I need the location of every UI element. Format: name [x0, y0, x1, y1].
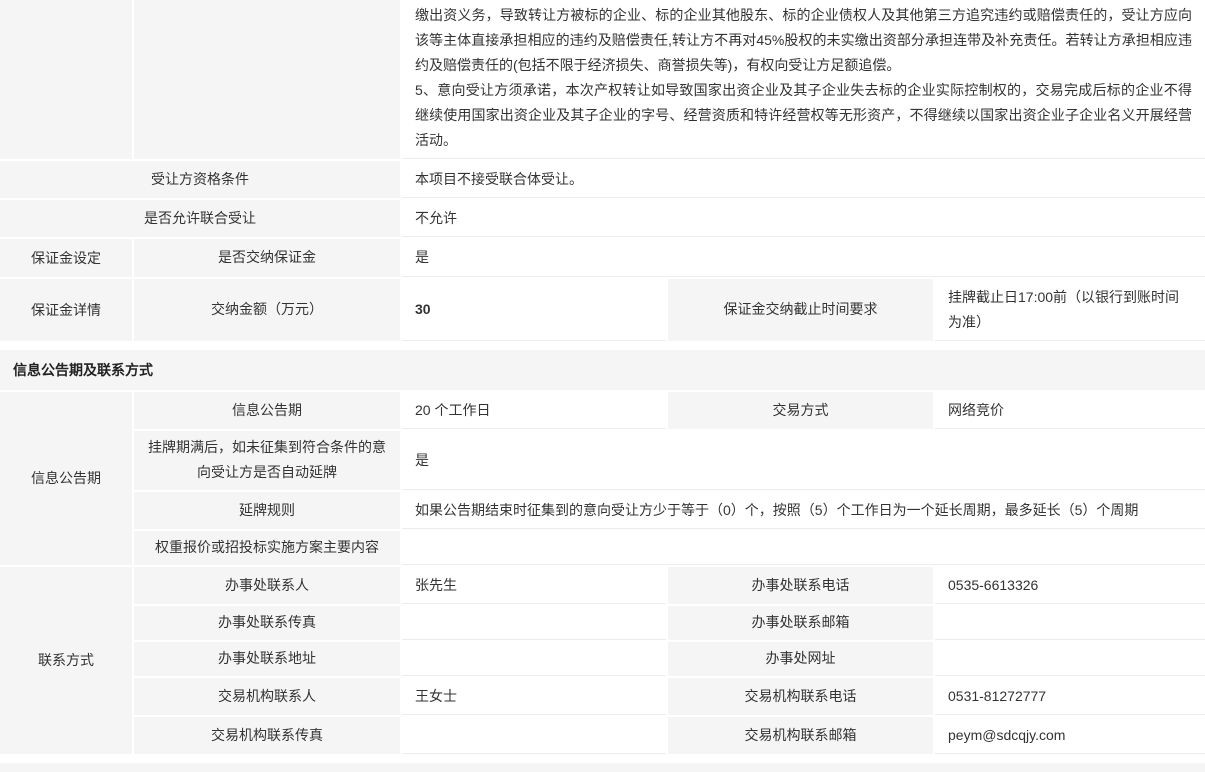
table-row: 是否允许联合受让 不允许: [0, 200, 1205, 239]
table-row: 挂牌期满后，如未征集到符合条件的意向受让方是否自动延牌 是: [0, 431, 1205, 491]
table-row: 保证金设定 是否交纳保证金 是: [0, 239, 1205, 278]
transferee-qualification-value: 本项目不接受联合体受让。: [402, 161, 1205, 200]
auto-extend-value: 是: [402, 431, 1205, 491]
office-address-value: [402, 642, 668, 678]
office-site-value: [935, 642, 1205, 678]
agency-contact-value: 王女士: [402, 678, 668, 717]
office-email-label: 办事处联系邮箱: [668, 606, 935, 642]
table-row: 信息公告期 信息公告期 20 个工作日 交易方式 网络竞价: [0, 392, 1205, 431]
announcement-group-label: 信息公告期: [0, 392, 134, 567]
table-row: 办事处联系地址 办事处网址: [0, 642, 1205, 678]
trade-mode-label: 交易方式: [668, 392, 935, 431]
agency-fax-label: 交易机构联系传真: [134, 717, 402, 756]
transfer-terms-text: 缴出资义务，导致转让方被标的企业、标的企业其他股东、标的企业债权人及其他第三方追…: [402, 0, 1205, 161]
extend-rule-value: 如果公告期结束时征集到的意向受让方少于等于（0）个，按照（5）个工作日为一个延长…: [402, 492, 1205, 531]
table-row: 权重报价或招投标实施方案主要内容: [0, 531, 1205, 567]
transfer-conditions-table: 缴出资义务，导致转让方被标的企业、标的企业其他股东、标的企业债权人及其他第三方追…: [0, 0, 1205, 343]
deposit-detail-group-label: 保证金详情: [0, 279, 134, 343]
office-phone-value: 0535-6613326: [935, 567, 1205, 606]
office-fax-value: [402, 606, 668, 642]
office-contact-label: 办事处联系人: [134, 567, 402, 606]
auto-extend-label: 挂牌期满后，如未征集到符合条件的意向受让方是否自动延牌: [134, 431, 402, 491]
agency-email-label: 交易机构联系邮箱: [668, 717, 935, 756]
section-title: 信息公告期及联系方式: [13, 360, 153, 380]
office-phone-label: 办事处联系电话: [668, 567, 935, 606]
agency-contact-label: 交易机构联系人: [134, 678, 402, 717]
table-row: 受让方资格条件 本项目不接受联合体受让。: [0, 161, 1205, 200]
trade-mode-value: 网络竞价: [935, 392, 1205, 431]
weight-bid-label: 权重报价或招投标实施方案主要内容: [134, 531, 402, 567]
deposit-deadline-label: 保证金交纳截止时间要求: [668, 279, 935, 343]
office-site-label: 办事处网址: [668, 642, 935, 678]
section-header-announcement: 信息公告期及联系方式: [0, 350, 1205, 390]
deposit-required-value: 是: [402, 239, 1205, 278]
office-contact-value: 张先生: [402, 567, 668, 606]
table-row: 联系方式 办事处联系人 张先生 办事处联系电话 0535-6613326: [0, 567, 1205, 606]
announcement-period-label: 信息公告期: [134, 392, 402, 431]
joint-transfer-value: 不允许: [402, 200, 1205, 239]
deposit-required-label: 是否交纳保证金: [134, 239, 402, 278]
agency-phone-label: 交易机构联系电话: [668, 678, 935, 717]
extend-rule-label: 延牌规则: [134, 492, 402, 531]
table-row: 保证金详情 交纳金额（万元） 30 保证金交纳截止时间要求 挂牌截止日17:00…: [0, 279, 1205, 343]
next-section-band: [0, 763, 1205, 772]
table-row: 交易机构联系人 王女士 交易机构联系电话 0531-81272777: [0, 678, 1205, 717]
announcement-period-value: 20 个工作日: [402, 392, 668, 431]
weight-bid-value: [402, 531, 1205, 567]
joint-transfer-label: 是否允许联合受让: [0, 200, 402, 239]
deposit-setting-group-label: 保证金设定: [0, 239, 134, 278]
terms-paragraph-2: 5、意向受让方须承诺，本次产权转让如导致国家出资企业及其子企业失去标的企业实际控…: [415, 78, 1192, 153]
table-row: 交易机构联系传真 交易机构联系邮箱 peym@sdcqjy.com: [0, 717, 1205, 756]
office-fax-label: 办事处联系传真: [134, 606, 402, 642]
deposit-deadline-value: 挂牌截止日17:00前（以银行到账时间为准）: [935, 279, 1205, 343]
announcement-contact-table: 信息公告期 信息公告期 20 个工作日 交易方式 网络竞价 挂牌期满后，如未征集…: [0, 392, 1205, 756]
contact-group-label: 联系方式: [0, 567, 134, 757]
table-row: 缴出资义务，导致转让方被标的企业、标的企业其他股东、标的企业债权人及其他第三方追…: [0, 0, 1205, 161]
office-email-value: [935, 606, 1205, 642]
transferee-qualification-label: 受让方资格条件: [0, 161, 402, 200]
terms-paragraph-1: 缴出资义务，导致转让方被标的企业、标的企业其他股东、标的企业债权人及其他第三方追…: [415, 3, 1192, 78]
label-cell-empty: [134, 0, 402, 161]
table-row: 办事处联系传真 办事处联系邮箱: [0, 606, 1205, 642]
agency-fax-value: [402, 717, 668, 756]
group-cell-empty: [0, 0, 134, 161]
deposit-amount-label: 交纳金额（万元）: [134, 279, 402, 343]
deposit-amount-value: 30: [402, 279, 668, 343]
table-row: 延牌规则 如果公告期结束时征集到的意向受让方少于等于（0）个，按照（5）个工作日…: [0, 492, 1205, 531]
agency-email-value: peym@sdcqjy.com: [935, 717, 1205, 756]
office-address-label: 办事处联系地址: [134, 642, 402, 678]
agency-phone-value: 0531-81272777: [935, 678, 1205, 717]
